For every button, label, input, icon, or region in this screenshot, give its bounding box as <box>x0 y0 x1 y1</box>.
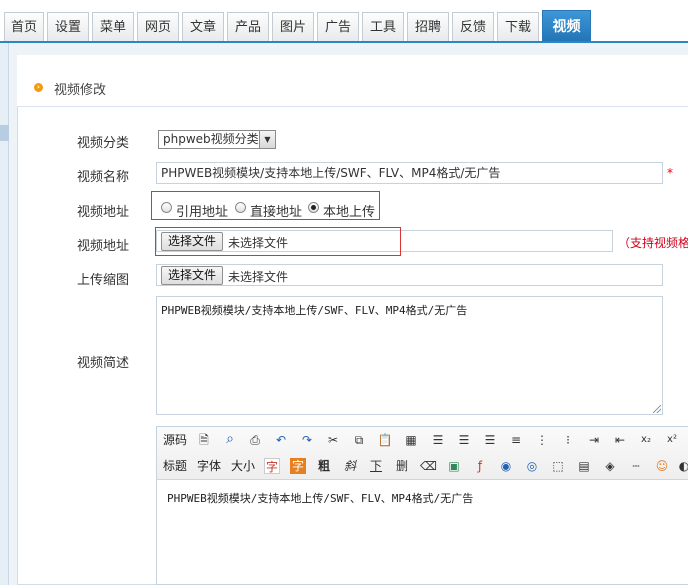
paste-icon[interactable]: 📋 <box>377 432 393 448</box>
bold-icon[interactable]: 粗 <box>316 458 332 474</box>
align-left-icon[interactable]: ☰ <box>430 432 446 448</box>
heading-button[interactable]: 标题 <box>163 458 187 474</box>
tab-feedback[interactable]: 反馈 <box>452 12 494 42</box>
link-icon[interactable]: ◎ <box>524 458 540 474</box>
tab-jobs[interactable]: 招聘 <box>407 12 449 42</box>
tab-tools[interactable]: 工具 <box>362 12 404 42</box>
redo-icon[interactable]: ↷ <box>299 432 315 448</box>
undo-icon[interactable]: ↶ <box>273 432 289 448</box>
tab-products[interactable]: 产品 <box>227 12 269 42</box>
choose-thumbnail-button[interactable]: 选择文件 <box>161 266 224 285</box>
outdent-icon[interactable]: ⇤ <box>612 432 628 448</box>
thumbnail-status: 未选择文件 <box>228 270 289 284</box>
emoticon-icon[interactable]: ☺ <box>654 458 670 474</box>
copy-icon[interactable]: ⧉ <box>351 432 367 448</box>
font-button[interactable]: 字体 <box>197 458 221 474</box>
tab-downloads[interactable]: 下载 <box>497 12 539 42</box>
category-select[interactable]: phpweb视频分类 ▼ <box>158 130 276 149</box>
tab-home[interactable]: 首页 <box>4 12 44 42</box>
file-label: 视频地址 <box>77 239 130 254</box>
source-button[interactable]: 源码 <box>163 432 187 448</box>
radio-local-upload[interactable] <box>308 202 319 213</box>
superscript-icon[interactable]: x² <box>664 432 680 448</box>
underline-icon[interactable]: 下 <box>368 458 384 474</box>
left-sidebar-edge[interactable] <box>0 43 9 585</box>
file-format-hint: （支持视频格式 <box>618 236 688 250</box>
panel-header: › 视频修改 <box>17 55 688 107</box>
align-right-icon[interactable]: ☰ <box>482 432 498 448</box>
resize-grip-icon[interactable] <box>653 405 661 413</box>
cut-icon[interactable]: ✂ <box>325 432 341 448</box>
bg-color-icon[interactable]: 字 <box>290 458 306 474</box>
text-color-icon[interactable]: 字 <box>264 458 280 474</box>
bullet-icon: › <box>34 83 43 92</box>
editor-content[interactable]: PHPWEB视频模块/支持本地上传/SWF、FLV、MP4格式/无广告 <box>167 490 473 506</box>
summary-text: PHPWEB视频模块/支持本地上传/SWF、FLV、MP4格式/无广告 <box>161 304 468 317</box>
choose-file-button[interactable]: 选择文件 <box>161 232 224 251</box>
image-icon[interactable]: ▣ <box>446 458 462 474</box>
tab-menu[interactable]: 菜单 <box>92 12 134 42</box>
hr-icon[interactable]: ┄ <box>628 458 644 474</box>
tab-articles[interactable]: 文章 <box>182 12 224 42</box>
select-all-icon[interactable]: ▦ <box>403 432 419 448</box>
frame-icon[interactable]: ⬚ <box>550 458 566 474</box>
radio-direct[interactable] <box>235 202 246 213</box>
media-icon[interactable]: ◉ <box>498 458 514 474</box>
category-label: 视频分类 <box>77 136 130 151</box>
indent-icon[interactable]: ⇥ <box>586 432 602 448</box>
italic-icon[interactable]: 斜 <box>342 458 358 474</box>
thumbnail-label: 上传缩图 <box>77 273 130 288</box>
top-nav: 首页 设置 菜单 网页 文章 产品 图片 广告 工具 招聘 反馈 下载 视频 <box>0 0 688 43</box>
align-center-icon[interactable]: ☰ <box>456 432 472 448</box>
summary-textarea[interactable]: PHPWEB视频模块/支持本地上传/SWF、FLV、MP4格式/无广告 <box>156 296 663 415</box>
tab-settings[interactable]: 设置 <box>47 12 89 42</box>
radio-reference[interactable] <box>161 202 172 213</box>
tab-images[interactable]: 图片 <box>272 12 314 42</box>
justify-icon[interactable]: ≡ <box>508 432 524 448</box>
ordered-list-icon[interactable]: ⋮ <box>534 432 550 448</box>
radio-reference-label: 引用地址 <box>176 205 229 220</box>
required-mark: * <box>667 166 673 180</box>
tab-pages[interactable]: 网页 <box>137 12 179 42</box>
tab-video[interactable]: 视频 <box>542 10 591 42</box>
name-input[interactable]: PHPWEB视频模块/支持本地上传/SWF、FLV、MP4格式/无广告 <box>156 162 663 184</box>
flash-icon[interactable]: ƒ <box>472 458 488 474</box>
print-icon[interactable]: ⎙ <box>247 432 263 448</box>
radio-local-upload-label: 本地上传 <box>323 205 376 220</box>
strikethrough-icon[interactable]: 删 <box>394 458 410 474</box>
table-icon[interactable]: ▤ <box>576 458 592 474</box>
tab-ads[interactable]: 广告 <box>317 12 359 42</box>
eraser-icon[interactable]: ⌫ <box>420 458 437 474</box>
preview-icon[interactable]: 🗎 <box>196 432 212 448</box>
find-icon[interactable]: ⌕ <box>222 431 238 447</box>
unordered-list-icon[interactable]: ⁝ <box>560 432 576 448</box>
object-icon[interactable]: ◈ <box>602 458 618 474</box>
more-icon[interactable]: ◐ <box>676 458 688 474</box>
size-button[interactable]: 大小 <box>231 458 255 474</box>
subscript-icon[interactable]: x₂ <box>638 432 654 448</box>
summary-label: 视频简述 <box>77 356 130 371</box>
radio-direct-label: 直接地址 <box>250 205 303 220</box>
file-status: 未选择文件 <box>228 236 289 250</box>
category-value: phpweb视频分类 <box>163 132 259 146</box>
name-label: 视频名称 <box>77 170 130 185</box>
chevron-down-icon[interactable]: ▼ <box>259 131 275 148</box>
source-label: 视频地址 <box>77 205 130 220</box>
page-title: 视频修改 <box>54 83 107 98</box>
sidebar-marker <box>0 125 9 141</box>
